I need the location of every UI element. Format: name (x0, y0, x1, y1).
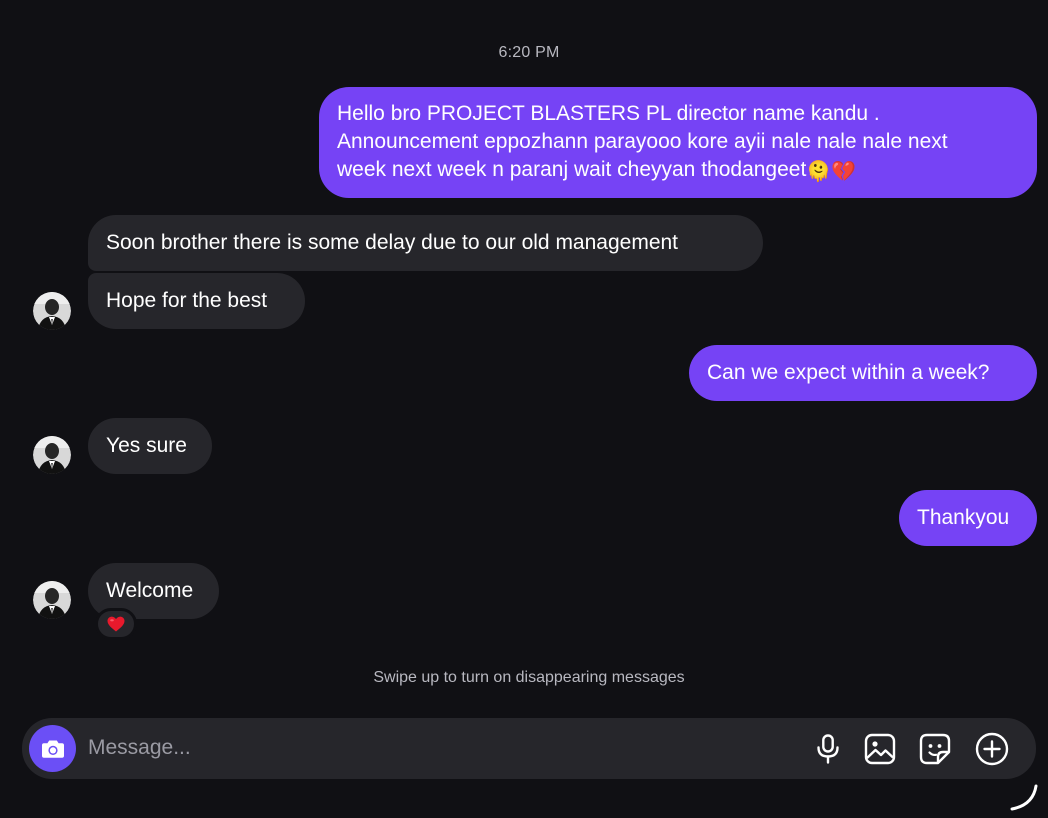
sent-message-bubble[interactable]: Thankyou (899, 490, 1037, 546)
heart-reaction[interactable] (95, 608, 137, 640)
received-message-bubble[interactable]: Yes sure (88, 418, 212, 474)
voice-message-button[interactable] (810, 731, 846, 767)
disappearing-messages-hint: Swipe up to turn on disappearing message… (373, 669, 685, 686)
sticker-button[interactable] (917, 731, 953, 767)
sticker-icon (919, 733, 951, 765)
broken-heart-emoji: 💔 (831, 161, 857, 183)
corner-curve-icon (1010, 784, 1038, 811)
red-heart-icon (107, 616, 125, 632)
gallery-button[interactable] (862, 731, 898, 767)
contact-avatar[interactable] (33, 436, 71, 474)
received-message-bubble[interactable]: Soon brother there is some delay due to … (88, 215, 763, 271)
message-text: Welcome (106, 579, 194, 602)
message-input[interactable] (88, 732, 688, 764)
message-line: week next week n paranj wait cheyyan tho… (337, 158, 857, 183)
image-icon (864, 733, 896, 765)
message-text: Thankyou (917, 506, 1010, 529)
sent-message-bubble[interactable]: Hello bro PROJECT BLASTERS PL director n… (319, 87, 1037, 198)
microphone-icon (817, 734, 839, 764)
camera-button[interactable] (29, 725, 76, 772)
message-line: Announcement eppozhann parayooo kore ayi… (337, 130, 948, 153)
message-composer (22, 718, 1036, 779)
sent-message-bubble[interactable]: Can we expect within a week? (689, 345, 1037, 401)
message-text: Yes sure (106, 434, 187, 457)
chat-timestamp: 6:20 PM (498, 44, 560, 61)
plus-circle-icon (975, 732, 1009, 766)
melting-face-emoji: 🫠 (806, 161, 832, 183)
more-options-button[interactable] (974, 731, 1010, 767)
received-message-bubble[interactable]: Hope for the best (88, 273, 305, 329)
contact-avatar[interactable] (33, 581, 71, 619)
message-text: Soon brother there is some delay due to … (106, 231, 679, 254)
message-text: Hope for the best (106, 289, 268, 312)
contact-avatar[interactable] (33, 292, 71, 330)
message-text: Can we expect within a week? (707, 361, 990, 384)
message-line: Hello bro PROJECT BLASTERS PL director n… (337, 102, 880, 125)
camera-icon (41, 740, 64, 758)
